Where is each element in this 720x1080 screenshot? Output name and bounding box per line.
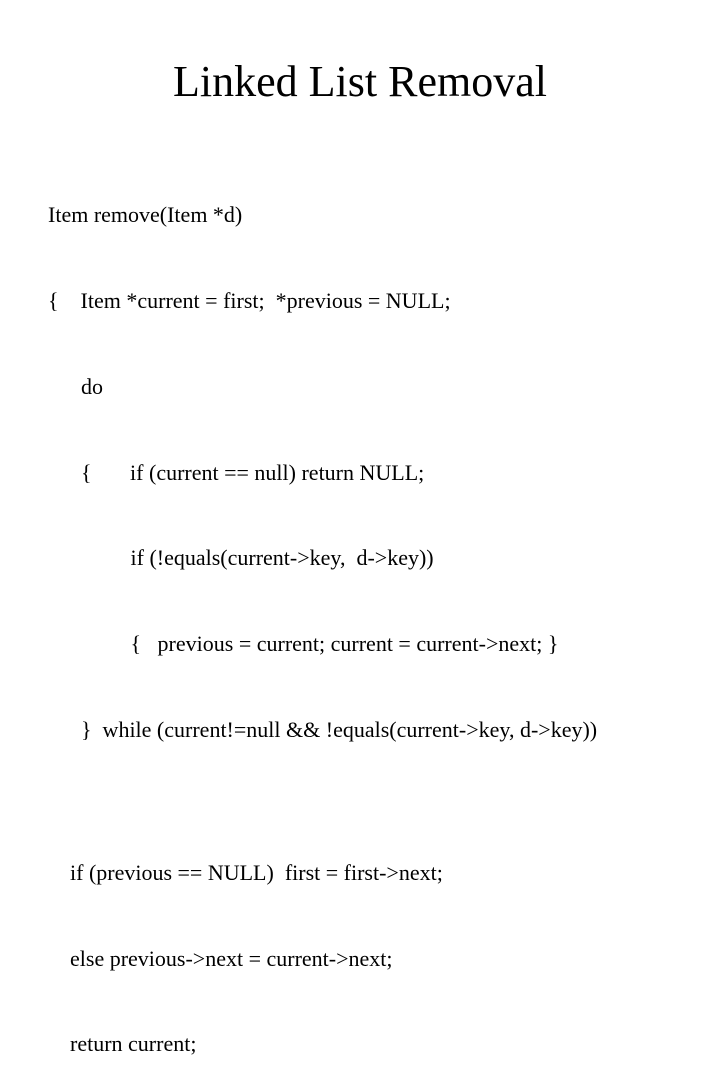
- slide: Linked List Removal Item remove(Item *d)…: [0, 0, 720, 540]
- code-block: Item remove(Item *d) { Item *current = f…: [48, 144, 672, 1080]
- code-line: { Item *current = first; *previous = NUL…: [48, 287, 672, 316]
- slide-title: Linked List Removal: [0, 56, 720, 107]
- code-line: { previous = current; current = current-…: [48, 630, 672, 659]
- code-line: { if (current == null) return NULL;: [48, 459, 672, 488]
- code-line: if (previous == NULL) first = first->nex…: [48, 859, 672, 888]
- code-line: else previous->next = current->next;: [48, 945, 672, 974]
- code-line: do: [48, 373, 672, 402]
- code-line: if (!equals(current->key, d->key)): [48, 544, 672, 573]
- code-line: Item remove(Item *d): [48, 201, 672, 230]
- code-line: } while (current!=null && !equals(curren…: [48, 716, 672, 745]
- code-line: return current;: [48, 1030, 672, 1059]
